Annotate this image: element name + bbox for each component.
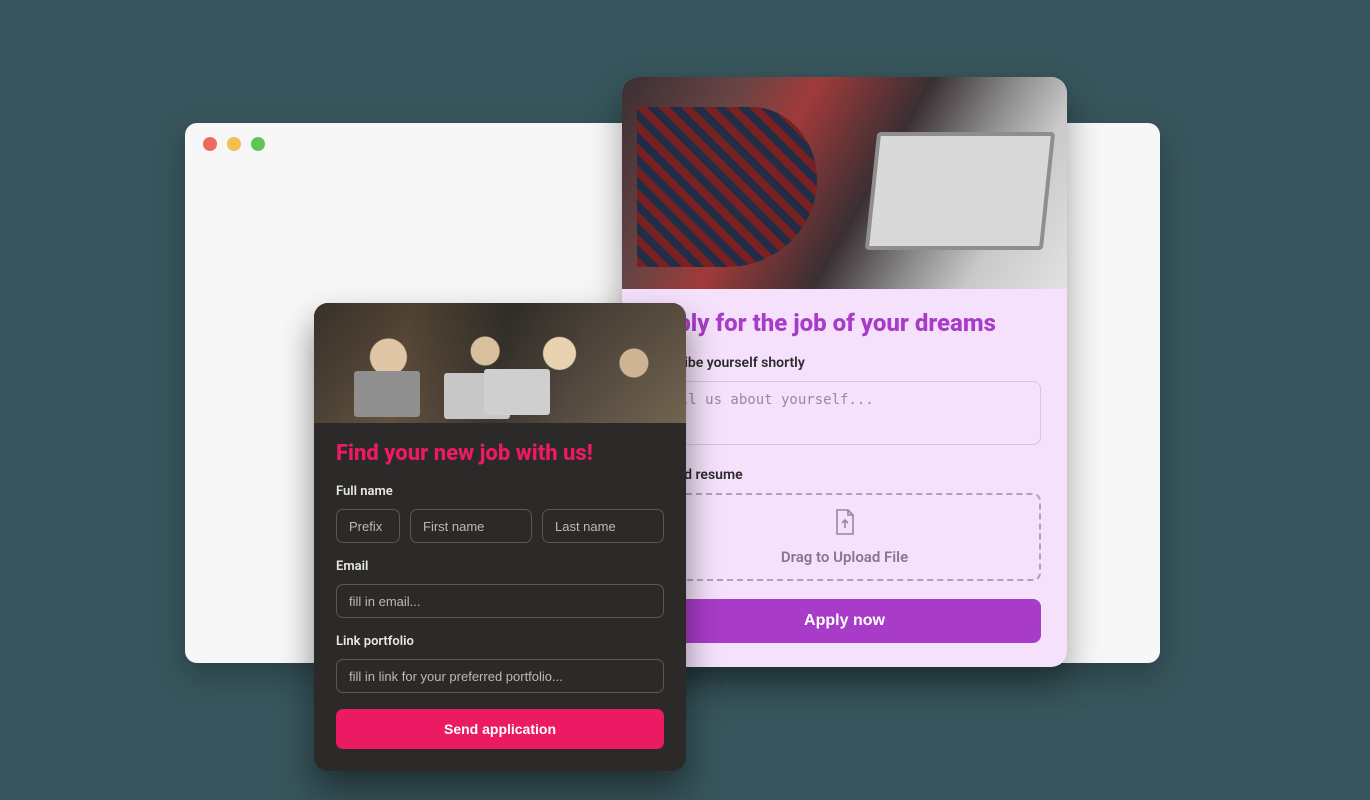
- first-name-input[interactable]: [410, 509, 532, 543]
- fullname-label: Full name: [336, 484, 664, 499]
- card-find-job: Find your new job with us! Full name Ema…: [314, 303, 686, 771]
- file-upload-icon: [833, 508, 857, 540]
- portfolio-input[interactable]: [336, 659, 664, 693]
- upload-resume-label: Upload resume: [648, 467, 1041, 483]
- prefix-input[interactable]: [336, 509, 400, 543]
- last-name-input[interactable]: [542, 509, 664, 543]
- send-application-button[interactable]: Send application: [336, 709, 664, 749]
- dropzone-text: Drag to Upload File: [781, 548, 908, 566]
- card-apply-hero-image: [622, 77, 1067, 289]
- card-find-job-body: Find your new job with us! Full name Ema…: [314, 423, 686, 749]
- traffic-light-close-icon[interactable]: [203, 137, 217, 151]
- card-apply-dreams: Apply for the job of your dreams Describ…: [622, 77, 1067, 667]
- fullname-row: [336, 509, 664, 543]
- email-label: Email: [336, 559, 664, 574]
- resume-dropzone[interactable]: Drag to Upload File: [648, 493, 1041, 581]
- card-find-job-hero-image: [314, 303, 686, 423]
- card-apply-body: Apply for the job of your dreams Describ…: [622, 289, 1067, 643]
- traffic-light-zoom-icon[interactable]: [251, 137, 265, 151]
- apply-now-button[interactable]: Apply now: [648, 599, 1041, 643]
- portfolio-label: Link portfolio: [336, 634, 664, 649]
- describe-label: Describe yourself shortly: [648, 355, 1041, 371]
- card-apply-title: Apply for the job of your dreams: [648, 309, 1041, 337]
- card-find-job-title: Find your new job with us!: [336, 441, 664, 466]
- traffic-light-minimize-icon[interactable]: [227, 137, 241, 151]
- email-input[interactable]: [336, 584, 664, 618]
- describe-textarea[interactable]: [648, 381, 1041, 445]
